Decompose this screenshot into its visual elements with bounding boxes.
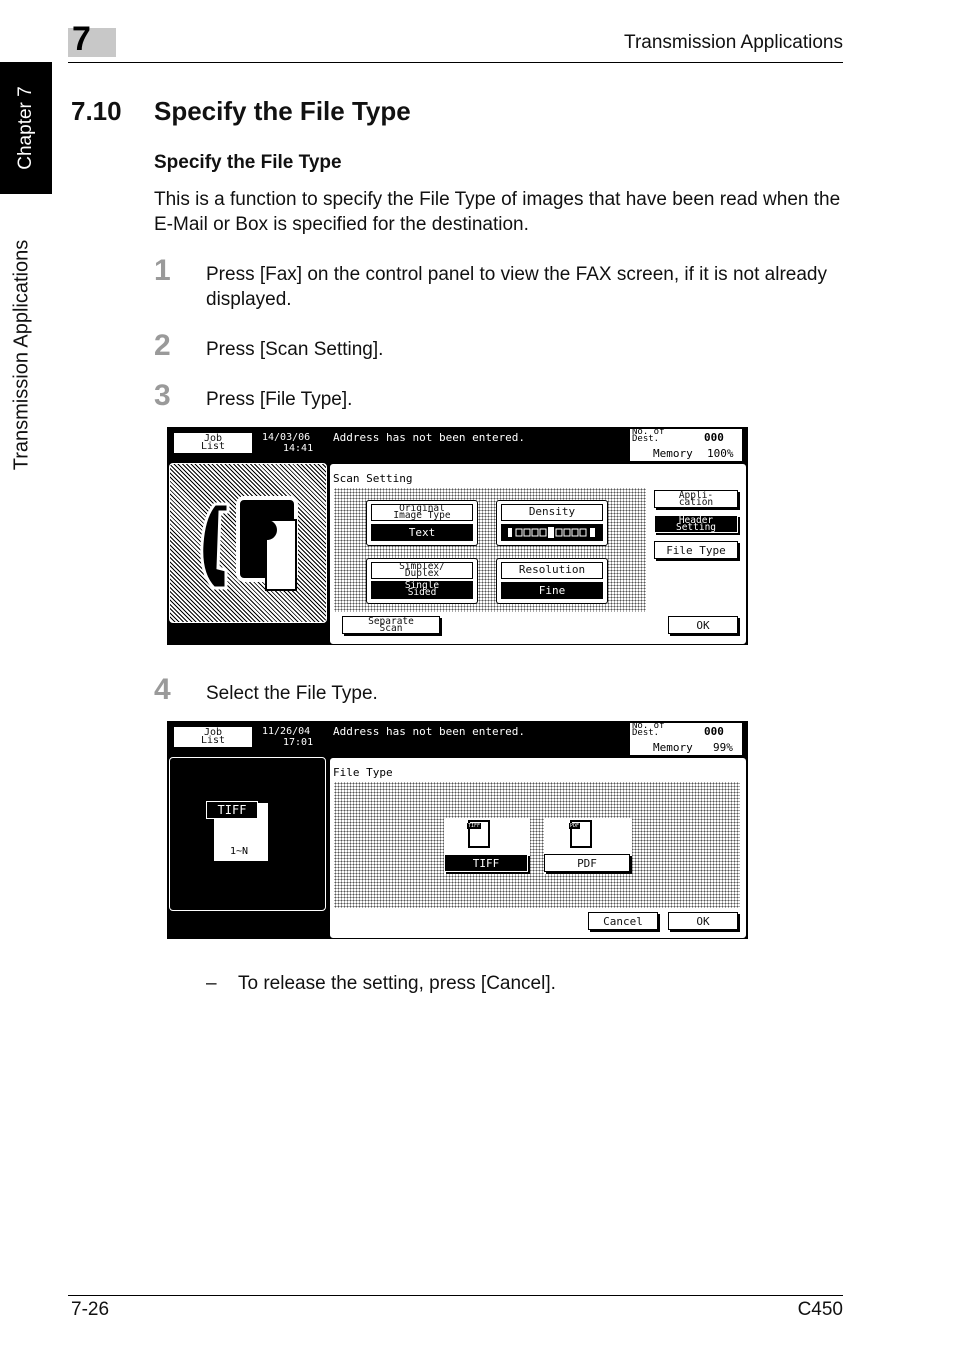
step-text: Press [Fax] on the control panel to view… — [206, 264, 827, 310]
no-of-dest-value: 000 — [704, 431, 724, 444]
step-text: Select the File Type. — [206, 683, 378, 704]
memory-value: 99% — [713, 741, 733, 754]
chapter-number: 7 — [72, 20, 91, 58]
time-display: 17:01 — [283, 737, 314, 748]
memory-label: Memory — [653, 447, 693, 460]
page-number: 7-26 — [71, 1299, 110, 1320]
step-number: 3 — [154, 379, 171, 412]
fax-illustration — [169, 463, 327, 623]
no-of-dest-value: 000 — [704, 725, 724, 738]
footer-rule — [68, 1295, 843, 1296]
job-list-button[interactable]: Job List — [173, 432, 253, 454]
file-type-screen: Job List 11/26/04 17:01 Address has not … — [167, 721, 748, 939]
ok-button[interactable]: OK — [668, 912, 738, 930]
chapter-tab-label: Chapter 7 — [15, 86, 36, 170]
resolution-group[interactable]: Resolution Fine — [496, 558, 608, 604]
step-text: Press [File Type]. — [206, 389, 353, 410]
panel-title: File Type — [333, 766, 393, 779]
step-number: 2 — [154, 329, 171, 362]
density-scale — [501, 524, 603, 541]
header-rule — [68, 62, 843, 63]
note-dash: – — [206, 973, 217, 994]
density-group[interactable]: Density — [496, 500, 608, 546]
scan-setting-screen: Job List 14/03/06 14:41 Address has not … — [167, 427, 748, 645]
job-list-button[interactable]: Job List — [173, 726, 253, 748]
simplex-duplex-value: Single Sided — [371, 581, 473, 599]
file-type-options-area — [334, 782, 740, 908]
resolution-label: Resolution — [501, 562, 603, 579]
simplex-duplex-group[interactable]: Simplex/ Duplex Single Sided — [366, 558, 478, 604]
step-number: 1 — [154, 254, 171, 287]
memory-label: Memory — [653, 741, 693, 754]
memory-value: 100% — [707, 447, 734, 460]
cancel-button[interactable]: Cancel — [588, 912, 658, 930]
model-name: C450 — [797, 1299, 843, 1320]
status-message: Address has not been entered. — [333, 725, 526, 738]
section-number: 7.10 — [71, 96, 122, 126]
simplex-duplex-label: Simplex/ Duplex — [371, 562, 473, 579]
panel-title: Scan Setting — [333, 472, 413, 485]
preview-format-tag: TIFF — [206, 801, 258, 819]
original-image-type-value: Text — [371, 524, 473, 541]
subheading: Specify the File Type — [154, 152, 342, 173]
file-type-panel: File Type TIFF TIFF PDF PDF Cancel OK — [329, 757, 747, 939]
date-display: 11/26/04 — [262, 726, 311, 737]
separate-scan-button[interactable]: Separate Scan — [342, 616, 440, 634]
pdf-icon: PDF — [569, 820, 592, 848]
date-display: 14/03/06 — [262, 432, 311, 443]
tiff-button[interactable]: TIFF — [444, 854, 528, 872]
density-scale-icon — [508, 527, 595, 538]
file-type-button[interactable]: File Type — [654, 541, 738, 559]
step-text: Press [Scan Setting]. — [206, 339, 384, 360]
time-display: 14:41 — [283, 443, 314, 454]
step-number: 4 — [154, 673, 171, 706]
ok-button[interactable]: OK — [668, 616, 738, 634]
running-title: Transmission Applications — [624, 32, 843, 53]
density-label: Density — [501, 504, 603, 521]
section-title: Specify the File Type — [154, 96, 411, 126]
resolution-value: Fine — [501, 582, 603, 599]
header-setting-button[interactable]: Header Setting — [654, 515, 738, 533]
pdf-icon-label: PDF — [569, 823, 581, 829]
status-message: Address has not been entered. — [333, 431, 526, 444]
intro-paragraph: This is a function to specify the File T… — [154, 189, 841, 235]
note-text: To release the setting, press [Cancel]. — [238, 973, 556, 994]
original-image-type-label: Original Image Type — [371, 504, 473, 521]
original-image-type-group[interactable]: Original Image Type Text — [366, 500, 478, 546]
preview-pages: 1~N — [230, 846, 249, 857]
no-of-dest-label: No. of Dest. — [632, 721, 665, 738]
no-of-dest-label: No. of Dest. — [632, 427, 665, 444]
pdf-button[interactable]: PDF — [544, 854, 630, 872]
tiff-icon-label: TIFF — [467, 823, 482, 829]
fax-machine-icon — [200, 496, 298, 591]
application-button[interactable]: Appli- cation — [654, 490, 738, 508]
section-tab-label: Transmission Applications — [10, 239, 33, 471]
left-panel-footer — [169, 623, 325, 643]
scan-setting-panel: Scan Setting Original Image Type Text De… — [329, 463, 747, 645]
tiff-icon: TIFF — [467, 820, 490, 848]
file-type-preview-panel: TIFF 1~N — [169, 757, 326, 911]
